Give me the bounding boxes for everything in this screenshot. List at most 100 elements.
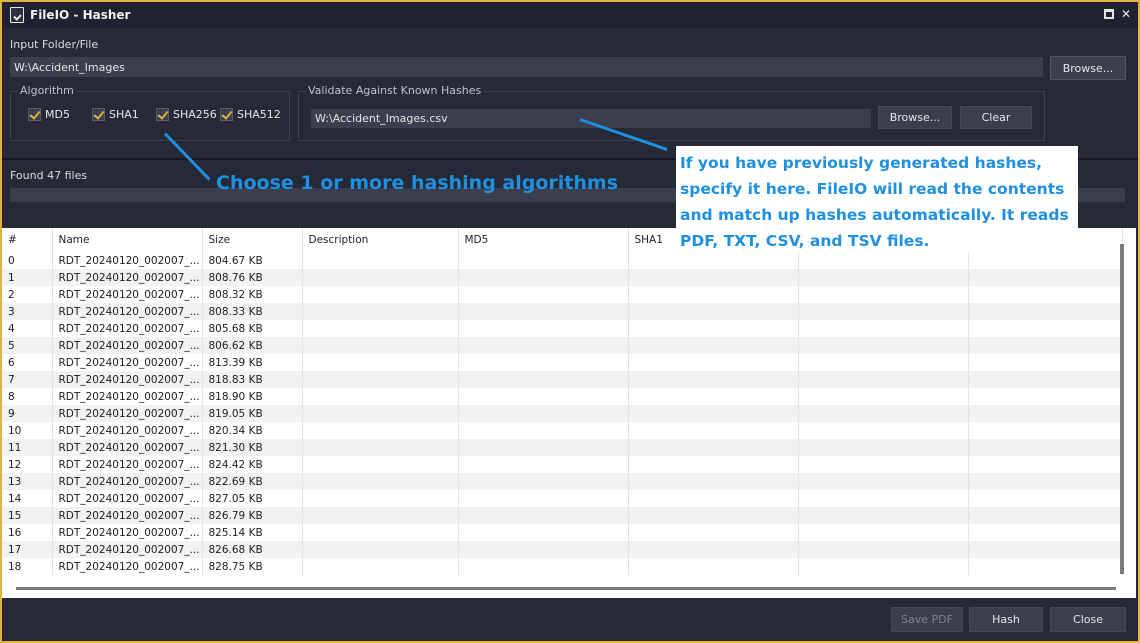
table-row[interactable]: 13 RDT_20240120_002007_... 822.69 KB — [2, 473, 1123, 490]
table-row[interactable]: 5 RDT_20240120_002007_... 806.62 KB — [2, 337, 1123, 354]
md5-label: MD5 — [45, 108, 70, 121]
table-row[interactable]: 4 RDT_20240120_002007_... 805.68 KB — [2, 320, 1123, 337]
row-index: 17 — [2, 541, 53, 558]
row-sha512 — [968, 456, 1123, 473]
input-browse-button[interactable]: Browse... — [1050, 56, 1126, 80]
row-md5 — [458, 439, 629, 456]
table-row[interactable]: 17 RDT_20240120_002007_... 826.68 KB — [2, 541, 1123, 558]
sha1-checkbox[interactable]: SHA1 — [92, 108, 139, 121]
row-description — [302, 456, 459, 473]
row-md5 — [458, 456, 629, 473]
row-md5 — [458, 507, 629, 524]
row-index: 0 — [2, 252, 53, 269]
sha1-label: SHA1 — [109, 108, 139, 121]
row-sha256 — [798, 405, 969, 422]
validate-browse-button[interactable]: Browse... — [878, 106, 952, 129]
input-path-field[interactable]: W:\Accident_Images — [10, 57, 1043, 77]
table-row[interactable]: 18 RDT_20240120_002007_... 828.75 KB — [2, 558, 1123, 575]
row-size: 806.62 KB — [202, 337, 303, 354]
table-row[interactable]: 1 RDT_20240120_002007_... 808.76 KB — [2, 269, 1123, 286]
row-description — [302, 388, 459, 405]
row-sha1 — [628, 456, 799, 473]
table-row[interactable]: 16 RDT_20240120_002007_... 825.14 KB — [2, 524, 1123, 541]
row-md5 — [458, 252, 629, 269]
row-sha256 — [798, 558, 969, 575]
row-sha512 — [968, 439, 1123, 456]
row-name: RDT_20240120_002007_... — [52, 507, 203, 524]
found-files-status: Found 47 files — [10, 169, 88, 182]
column-header-size[interactable]: Size — [202, 228, 303, 252]
sha256-check-icon — [156, 108, 169, 121]
row-name: RDT_20240120_002007_... — [52, 303, 203, 320]
table-row[interactable]: 2 RDT_20240120_002007_... 808.32 KB — [2, 286, 1123, 303]
row-name: RDT_20240120_002007_... — [52, 456, 203, 473]
row-md5 — [458, 388, 629, 405]
save-pdf-button[interactable]: Save PDF — [891, 607, 963, 632]
row-description — [302, 303, 459, 320]
sha256-checkbox[interactable]: SHA256 — [156, 108, 217, 121]
table-row[interactable]: 6 RDT_20240120_002007_... 813.39 KB — [2, 354, 1123, 371]
row-name: RDT_20240120_002007_... — [52, 337, 203, 354]
row-sha1 — [628, 524, 799, 541]
row-sha512 — [968, 405, 1123, 422]
md5-checkbox[interactable]: MD5 — [28, 108, 70, 121]
row-description — [302, 320, 459, 337]
row-sha512 — [968, 422, 1123, 439]
row-index: 15 — [2, 507, 53, 524]
sha512-checkbox[interactable]: SHA512 — [220, 108, 281, 121]
table-row[interactable]: 11 RDT_20240120_002007_... 821.30 KB — [2, 439, 1123, 456]
close-button[interactable]: Close — [1050, 607, 1126, 632]
row-sha512 — [968, 388, 1123, 405]
row-name: RDT_20240120_002007_... — [52, 388, 203, 405]
window-title: FileIO - Hasher — [30, 8, 131, 22]
row-sha1 — [628, 422, 799, 439]
column-header-name[interactable]: Name — [52, 228, 203, 252]
files-table-area: # Name Size Description MD5 SHA1 0 RDT_20… — [2, 228, 1136, 598]
maximize-icon[interactable] — [1104, 9, 1114, 19]
close-icon[interactable]: ✕ — [1120, 8, 1132, 20]
row-description — [302, 269, 459, 286]
table-row[interactable]: 12 RDT_20240120_002007_... 824.42 KB — [2, 456, 1123, 473]
column-header-index[interactable]: # — [2, 228, 53, 252]
table-row[interactable]: 15 RDT_20240120_002007_... 826.79 KB — [2, 507, 1123, 524]
table-row[interactable]: 7 RDT_20240120_002007_... 818.83 KB — [2, 371, 1123, 388]
row-sha1 — [628, 286, 799, 303]
row-size: 826.68 KB — [202, 541, 303, 558]
sha256-label: SHA256 — [173, 108, 217, 121]
row-size: 808.76 KB — [202, 269, 303, 286]
table-row[interactable]: 3 RDT_20240120_002007_... 808.33 KB — [2, 303, 1123, 320]
table-row[interactable]: 14 RDT_20240120_002007_... 827.05 KB — [2, 490, 1123, 507]
row-size: 824.42 KB — [202, 456, 303, 473]
row-index: 2 — [2, 286, 53, 303]
row-sha256 — [798, 388, 969, 405]
hash-button[interactable]: Hash — [969, 607, 1043, 632]
table-row[interactable]: 8 RDT_20240120_002007_... 818.90 KB — [2, 388, 1123, 405]
row-description — [302, 473, 459, 490]
validate-clear-button[interactable]: Clear — [960, 106, 1032, 129]
row-sha256 — [798, 252, 969, 269]
row-description — [302, 422, 459, 439]
vertical-scrollbar[interactable] — [1120, 244, 1124, 574]
row-sha512 — [968, 490, 1123, 507]
table-row[interactable]: 9 RDT_20240120_002007_... 819.05 KB — [2, 405, 1123, 422]
horizontal-scrollbar[interactable] — [16, 587, 1116, 590]
row-sha256 — [798, 286, 969, 303]
row-sha512 — [968, 541, 1123, 558]
table-row[interactable]: 10 RDT_20240120_002007_... 820.34 KB — [2, 422, 1123, 439]
row-index: 8 — [2, 388, 53, 405]
row-name: RDT_20240120_002007_... — [52, 524, 203, 541]
row-sha512 — [968, 371, 1123, 388]
row-sha512 — [968, 473, 1123, 490]
validate-group-label: Validate Against Known Hashes — [305, 84, 485, 97]
column-header-md5[interactable]: MD5 — [458, 228, 629, 252]
row-sha256 — [798, 490, 969, 507]
row-sha256 — [798, 422, 969, 439]
row-md5 — [458, 354, 629, 371]
row-size: 813.39 KB — [202, 354, 303, 371]
row-name: RDT_20240120_002007_... — [52, 354, 203, 371]
row-size: 828.75 KB — [202, 558, 303, 575]
row-index: 11 — [2, 439, 53, 456]
column-header-description[interactable]: Description — [302, 228, 459, 252]
row-size: 825.14 KB — [202, 524, 303, 541]
table-row[interactable]: 0 RDT_20240120_002007_... 804.67 KB — [2, 252, 1123, 269]
